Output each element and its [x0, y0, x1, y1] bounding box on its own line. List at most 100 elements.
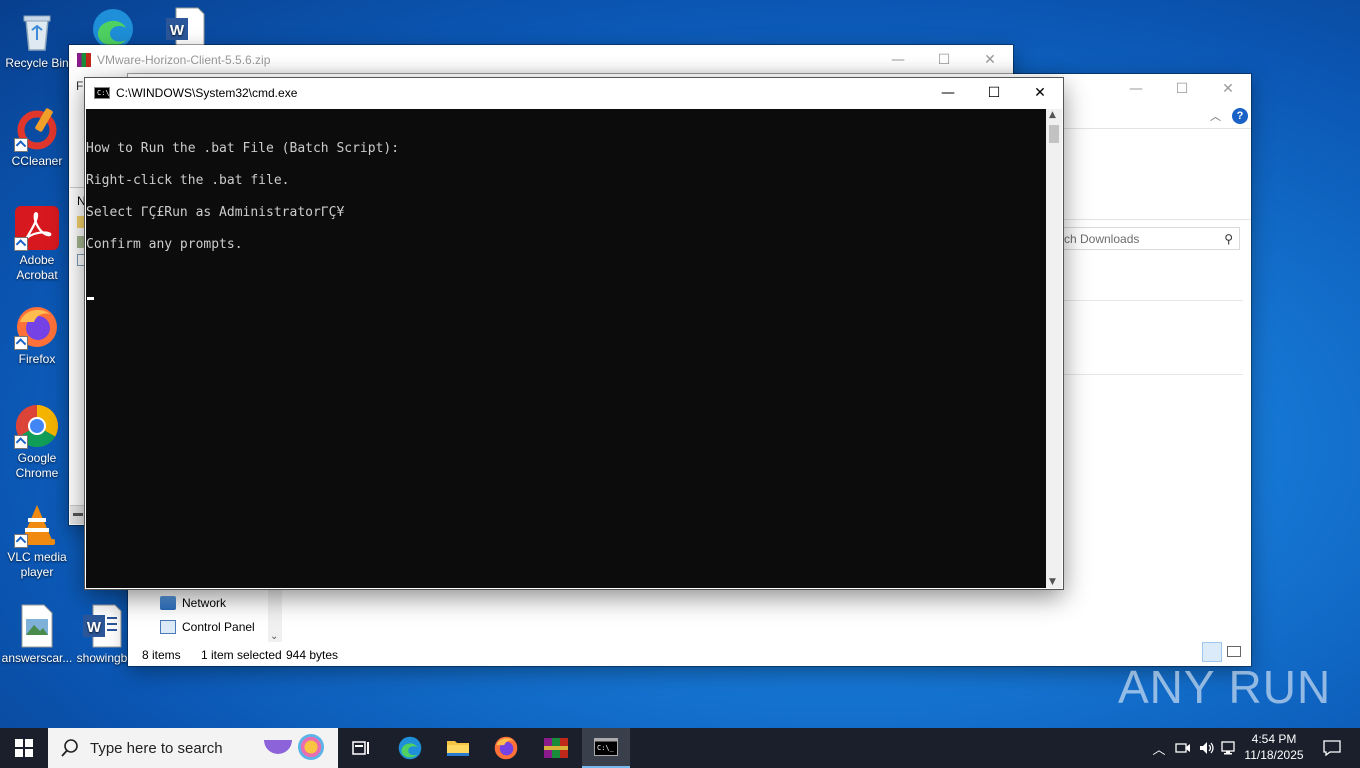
cmd-titlebar[interactable]: C:\ C:\WINDOWS\System32\cmd.exe [85, 78, 1063, 108]
winrar-titlebar[interactable]: VMware-Horizon-Client-5.5.6.zip [69, 45, 1013, 75]
shortcut-arrow-icon [14, 534, 28, 548]
cmd-icon: C:\_ [594, 738, 618, 756]
close-button[interactable]: ✕ [1205, 74, 1251, 104]
desktop-icon-firefox[interactable]: Firefox [0, 304, 74, 367]
navigation-pane: Network Control Panel [128, 590, 268, 642]
control-panel-icon [160, 620, 176, 634]
desktop-icon-label: Firefox [18, 352, 56, 366]
chevron-down-icon[interactable]: ⌄ [270, 631, 278, 642]
console-output[interactable]: How to Run the .bat File (Batch Script):… [86, 109, 1046, 588]
desktop-icon-label: Adobe Acrobat [16, 253, 58, 282]
taskbar-search-box[interactable]: Type here to search [48, 728, 338, 768]
cmd-icon: C:\ [94, 87, 110, 99]
desktop-icon-label: CCleaner [11, 154, 63, 168]
taskbar-edge-button[interactable] [386, 728, 434, 768]
nav-scrollbar[interactable]: ⌄ [268, 590, 282, 642]
nav-item-control-panel[interactable]: Control Panel [160, 620, 255, 634]
notification-center-button[interactable] [1312, 728, 1352, 768]
edge-icon [398, 736, 422, 760]
desktop-icon-label: Google Chrome [15, 451, 59, 480]
maximize-button[interactable]: ☐ [921, 45, 967, 75]
meet-now-icon[interactable] [1172, 728, 1194, 768]
word-doc-icon: W [79, 603, 125, 649]
desktop-icon-ccleaner[interactable]: CCleaner [0, 106, 74, 169]
desktop-icon-adobe-acrobat[interactable]: Adobe Acrobat [0, 205, 74, 283]
maximize-button[interactable]: ☐ [1159, 74, 1205, 104]
svg-text:W: W [87, 619, 102, 636]
desktop-icon-label: showingb [76, 651, 128, 665]
svg-text:C:\_: C:\_ [597, 744, 615, 752]
notification-icon [1323, 740, 1341, 756]
network-tray-icon[interactable] [1218, 728, 1238, 768]
desktop-icon-recycle-bin[interactable]: Recycle Bin [0, 8, 74, 71]
cmd-window[interactable]: C:\ C:\WINDOWS\System32\cmd.exe — ☐ ✕ Ho… [85, 78, 1063, 589]
search-highlight-sun-icon [298, 734, 324, 760]
start-button[interactable] [0, 728, 48, 768]
taskbar: Type here to search C:\_ ︿ 4:54 PM 11/18… [0, 728, 1360, 768]
status-selected: 1 item selected [201, 648, 282, 662]
minimize-button[interactable]: — [925, 78, 971, 108]
console-line: Confirm any prompts. [86, 237, 243, 252]
ribbon-expand-chevron[interactable]: ︿ [1210, 108, 1221, 124]
desktop-icon-chrome[interactable]: Google Chrome [0, 403, 74, 481]
minimize-button[interactable]: — [875, 45, 921, 75]
anyrun-watermark: ANY RUN [1118, 661, 1332, 713]
close-button[interactable]: ✕ [967, 45, 1013, 75]
content-divider [1064, 374, 1243, 375]
console-line: Select ΓÇ£Run as AdministratorΓÇ¥ [86, 205, 345, 220]
search-highlight-icon [264, 740, 292, 754]
status-size: 944 bytes [286, 648, 339, 662]
windows-logo-icon [15, 739, 33, 757]
text-cursor [87, 297, 94, 300]
chevron-up-icon[interactable]: ▲ [1049, 110, 1056, 120]
task-view-button[interactable] [338, 728, 386, 768]
desktop-icon-showingb[interactable]: W showingb [72, 603, 132, 666]
console-line: Right-click the .bat file. [86, 173, 290, 188]
content-divider [1064, 300, 1243, 301]
nav-item-label: Control Panel [182, 620, 255, 634]
search-input[interactable]: rch Downloads [1060, 232, 1224, 246]
maximize-button[interactable]: ☐ [971, 78, 1017, 108]
desktop-icon-label: Recycle Bin [5, 56, 69, 70]
nav-item-label: Network [182, 596, 227, 610]
shortcut-arrow-icon [14, 138, 28, 152]
window-title: C:\WINDOWS\System32\cmd.exe [116, 86, 298, 100]
taskbar-cmd-button[interactable]: C:\_ [582, 728, 630, 768]
shortcut-arrow-icon [14, 237, 28, 251]
ccleaner-icon [14, 106, 60, 152]
desktop-icon-label: VLC media player [7, 550, 67, 579]
close-button[interactable]: ✕ [1017, 78, 1063, 108]
desktop-icon-vlc[interactable]: VLC media player [0, 502, 74, 580]
task-view-icon [352, 741, 369, 755]
desktop-icon-label: answerscar... [1, 651, 73, 665]
taskbar-file-explorer-button[interactable] [434, 728, 482, 768]
search-box[interactable]: rch Downloads ⚲ [1056, 227, 1240, 250]
chevron-down-icon[interactable]: ▼ [1049, 577, 1056, 587]
taskbar-firefox-button[interactable] [482, 728, 530, 768]
minimize-button[interactable]: — [1113, 74, 1159, 104]
search-icon: ⚲ [1224, 231, 1233, 246]
desktop-icon-answerscar[interactable]: answerscar... [0, 603, 74, 666]
nav-item-network[interactable]: Network [160, 596, 226, 610]
show-hidden-icons-button[interactable]: ︿ [1148, 728, 1170, 768]
adobe-acrobat-icon [14, 205, 60, 251]
recycle-bin-icon [14, 8, 60, 54]
firefox-icon [14, 304, 60, 350]
search-icon [61, 739, 78, 757]
volume-icon[interactable] [1196, 728, 1218, 768]
taskbar-winrar-button[interactable] [532, 728, 580, 768]
scroll-thumb[interactable] [1049, 125, 1059, 143]
large-icons-view-button[interactable] [1227, 646, 1241, 657]
winrar-icon [544, 738, 568, 758]
winrar-icon [77, 53, 91, 67]
folder-icon [447, 741, 469, 756]
horizontal-scrollbar[interactable] [70, 505, 86, 524]
help-icon[interactable]: ? [1232, 108, 1248, 124]
search-input[interactable]: Type here to search [90, 740, 223, 757]
system-clock[interactable]: 4:54 PM 11/18/2025 [1236, 731, 1312, 763]
clock-time: 4:54 PM [1251, 732, 1297, 746]
details-view-button[interactable] [1202, 642, 1222, 662]
vertical-scrollbar[interactable]: ▲ ▼ [1046, 109, 1062, 588]
svg-text:W: W [170, 22, 185, 39]
scroll-thumb[interactable] [73, 513, 83, 516]
